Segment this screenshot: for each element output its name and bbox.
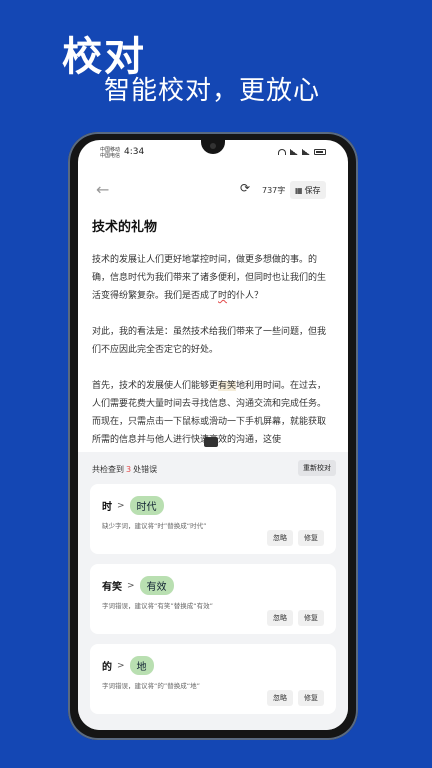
fix-button[interactable]: 修复: [298, 610, 324, 626]
summary-prefix: 共检查到: [92, 465, 124, 474]
error-highlight-1[interactable]: 时: [218, 291, 227, 301]
original-word: 的: [102, 662, 112, 673]
phone-screen: 中国移动 中国电信 4:34 ← ⟳ 737字 ▦ 保存 技术的礼物 技术的发展…: [78, 140, 348, 730]
suggestion-description: 字词错误，建议将“有笑”替换成“有效”: [102, 602, 213, 610]
hero-subtitle: 智能校对，更放心: [104, 76, 321, 106]
error-summary: 共检查到 3 处错误: [92, 464, 157, 475]
refresh-icon[interactable]: ⟳: [240, 181, 250, 195]
paragraph-2: 对此，我的看法是：虽然技术给我们带来了一些问题，但我们不应因此完全否定它的好处。: [92, 327, 327, 355]
battery-icon: [314, 149, 326, 155]
chevron-right-icon: >: [117, 660, 125, 671]
editor-toolbar: ← ⟳ 737字 ▦ 保存: [78, 176, 348, 204]
article-body[interactable]: 技术的礼物 技术的发展让人们更好地掌控时间，做更多想做的事。的确，信息时代为我们…: [92, 216, 334, 446]
signal-icon: [290, 149, 298, 155]
paragraph-3-text-a: 首先，技术的发展使人们能够更: [92, 381, 219, 391]
suggestion-description: 字词错误，建议将“的”替换成“地”: [102, 682, 200, 690]
original-word: 有笑: [102, 582, 122, 593]
save-button[interactable]: ▦ 保存: [290, 181, 326, 199]
keyboard-icon[interactable]: [204, 437, 218, 447]
ignore-button[interactable]: 忽略: [267, 690, 293, 706]
status-time: 4:34: [124, 147, 145, 157]
status-bar: 中国移动 中国电信 4:34: [78, 140, 348, 168]
fix-button[interactable]: 修复: [298, 530, 324, 546]
chevron-right-icon: >: [117, 500, 125, 511]
wifi-icon: [278, 149, 286, 155]
char-count: 737字: [262, 186, 286, 195]
error-count: 3: [126, 465, 132, 474]
recheck-button[interactable]: 重新校对: [298, 460, 336, 476]
error-highlight-2[interactable]: 有笑: [218, 381, 237, 391]
paragraph-3: 首先，技术的发展使人们能够更有笑地利用时间。在过去，人们需要花费大量时间去寻找信…: [92, 377, 334, 446]
fix-button[interactable]: 修复: [298, 690, 324, 706]
save-label: 保存: [304, 185, 321, 195]
suggestion-card: 时 > 时代 缺少字词，建议将“时”替换成“时代” 忽略 修复: [90, 484, 336, 554]
suggested-word[interactable]: 有效: [139, 576, 174, 595]
suggested-word[interactable]: 地: [129, 656, 154, 675]
ignore-button[interactable]: 忽略: [267, 610, 293, 626]
ignore-button[interactable]: 忽略: [267, 530, 293, 546]
summary-suffix: 处错误: [133, 465, 158, 474]
paragraph-1-text-a: 技术的发展让人们更好地掌控时间，做更多想做的事。的确，信息时代为我们带来了诸多便…: [92, 255, 327, 301]
arrow-left-icon[interactable]: ←: [96, 180, 109, 199]
phone-frame: 中国移动 中国电信 4:34 ← ⟳ 737字 ▦ 保存 技术的礼物 技术的发展…: [68, 132, 358, 740]
suggestion-description: 缺少字词，建议将“时”替换成“时代”: [102, 522, 207, 530]
save-icon: ▦: [295, 185, 303, 195]
paragraph-1: 技术的发展让人们更好地掌控时间，做更多想做的事。的确，信息时代为我们带来了诸多便…: [92, 251, 334, 305]
suggestion-card: 有笑 > 有效 字词错误，建议将“有笑”替换成“有效” 忽略 修复: [90, 564, 336, 634]
proofread-panel: 共检查到 3 处错误 重新校对 时 > 时代 缺少字词，建议将“时”替换成“时代” …: [78, 452, 348, 730]
carrier-2: 中国电信: [100, 153, 121, 159]
original-word: 时: [102, 502, 112, 513]
paragraph-1-text-b: 的仆人？: [227, 291, 264, 301]
status-icons: [278, 149, 326, 155]
suggested-word[interactable]: 时代: [129, 496, 164, 515]
signal-icon-2: [302, 149, 310, 155]
chevron-right-icon: >: [127, 580, 135, 591]
suggestion-card: 的 > 地 字词错误，建议将“的”替换成“地” 忽略 修复: [90, 644, 336, 714]
article-title: 技术的礼物: [92, 220, 158, 235]
